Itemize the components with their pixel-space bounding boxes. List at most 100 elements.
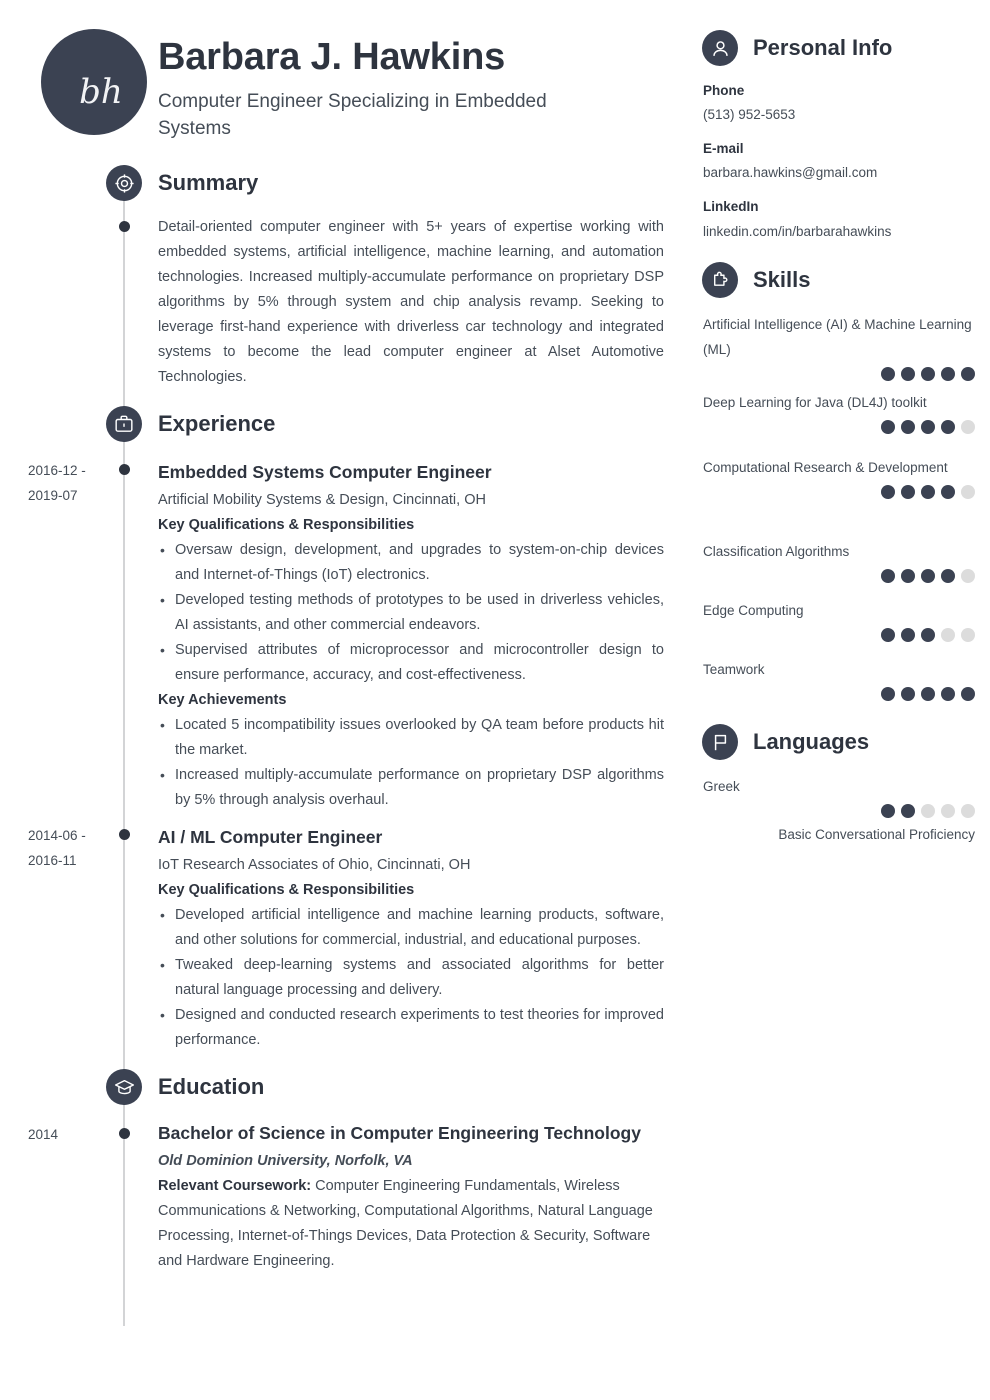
section-title-education: Education: [158, 1074, 265, 1099]
degree-title: Bachelor of Science in Computer Engineer…: [158, 1123, 641, 1143]
skill-name: Deep Learning for Java (DL4J) toolkit: [703, 395, 927, 410]
section-header-skills: Skills: [702, 262, 810, 298]
person-icon: [702, 30, 738, 66]
skill-name: Artificial Intelligence (AI) & Machine L…: [703, 317, 972, 357]
summary-text: Detail-oriented computer engineer with 5…: [158, 219, 664, 385]
school-name: Old Dominion University, Norfolk, VA: [158, 1153, 413, 1169]
rating-dot-filled: [961, 367, 975, 381]
rating-dot-empty: [961, 485, 975, 499]
rating-dot-filled: [961, 687, 975, 701]
entry-title: AI / ML Computer Engineer: [158, 827, 383, 847]
section-header-personal-info: Personal Info: [702, 30, 892, 66]
right-sidebar: Personal Info Phone (513) 952-5653 E-mai…: [690, 0, 990, 1400]
skill-name: Teamwork: [703, 662, 765, 677]
education-entry: Bachelor of Science in Computer Engineer…: [158, 1117, 664, 1274]
list-item: Developed testing methods of prototypes …: [158, 588, 664, 638]
rating-dot-filled: [901, 485, 915, 499]
rating-dot-filled: [901, 687, 915, 701]
entry-group-heading: Key Qualifications & Responsibilities: [158, 517, 415, 533]
coursework-block: Relevant Coursework: Computer Engineerin…: [158, 1174, 664, 1274]
section-title-summary: Summary: [158, 170, 259, 195]
rating-dot-empty: [961, 628, 975, 642]
skill-rating: [703, 569, 975, 583]
section-header-summary: Summary: [106, 165, 258, 201]
section-title-experience: Experience: [158, 411, 276, 436]
rating-dot-filled: [941, 420, 955, 434]
job-title: Computer Engineer Specializing in Embedd…: [158, 91, 547, 139]
rating-dot-filled: [881, 804, 895, 818]
section-header-experience: Experience: [106, 406, 275, 442]
rating-dot-filled: [921, 628, 935, 642]
info-value-linkedin[interactable]: linkedin.com/in/barbarahawkins: [703, 222, 891, 242]
language-name: Greek: [703, 779, 740, 794]
skill-rating: [703, 628, 975, 642]
list-item: Located 5 incompatibility issues overloo…: [158, 713, 664, 763]
left-column: bh Barbara J. Hawkins Computer Engineer …: [0, 0, 690, 1400]
rating-dot-empty: [921, 804, 935, 818]
experience-entry: AI / ML Computer Engineer IoT Research A…: [158, 821, 664, 1053]
list-item: Developed artificial intelligence and ma…: [158, 903, 664, 953]
entry-bullet-list: Oversaw design, development, and upgrade…: [158, 538, 664, 688]
entry-company: IoT Research Associates of Ohio, Cincinn…: [158, 857, 471, 873]
skill-row: Classification Algorithms: [703, 539, 975, 583]
rating-dot-filled: [921, 485, 935, 499]
graduation-cap-icon: [106, 1069, 142, 1105]
info-label-email: E-mail: [703, 141, 744, 156]
rating-dot-filled: [941, 367, 955, 381]
coursework-label: Relevant Coursework:: [158, 1178, 312, 1194]
info-value-email[interactable]: barbara.hawkins@gmail.com: [703, 163, 877, 183]
rating-dot-empty: [941, 804, 955, 818]
rating-dot-filled: [901, 569, 915, 583]
skill-rating: [703, 485, 975, 499]
rating-dot-filled: [901, 367, 915, 381]
language-row: Greek Basic Conversational Proficiency: [703, 774, 975, 846]
list-item: Increased multiply-accumulate performanc…: [158, 763, 664, 813]
rating-dot-filled: [901, 420, 915, 434]
skill-row: Edge Computing: [703, 598, 975, 642]
rating-dot-filled: [881, 367, 895, 381]
briefcase-icon: [106, 406, 142, 442]
rating-dot-filled: [941, 687, 955, 701]
entry-group-heading: Key Qualifications & Responsibilities: [158, 882, 415, 898]
rating-dot-filled: [921, 420, 935, 434]
timeline-rule: [123, 188, 125, 1326]
entry-date: 2014: [28, 1127, 59, 1142]
section-header-education: Education: [106, 1069, 264, 1105]
list-item: Supervised attributes of microprocessor …: [158, 638, 664, 688]
skill-row: Teamwork: [703, 657, 975, 701]
skill-name: Computational Research & Development: [703, 460, 948, 475]
entry-title: Embedded Systems Computer Engineer: [158, 462, 492, 482]
flag-icon: [702, 724, 738, 760]
timeline-dot: [119, 1128, 130, 1139]
entry-group-heading: Key Achievements: [158, 692, 287, 708]
avatar: bh: [41, 29, 147, 135]
rating-dot-filled: [881, 569, 895, 583]
target-icon: [106, 165, 142, 201]
skill-row: Deep Learning for Java (DL4J) toolkit: [703, 390, 975, 434]
rating-dot-filled: [881, 420, 895, 434]
section-header-languages: Languages: [702, 724, 869, 760]
language-rating: [703, 804, 975, 818]
section-title-languages: Languages: [753, 729, 870, 754]
list-item: Designed and conducted research experime…: [158, 1003, 664, 1053]
resume-header: bh Barbara J. Hawkins Computer Engineer …: [0, 0, 690, 150]
entry-bullet-list: Developed artificial intelligence and ma…: [158, 903, 664, 1053]
info-label-phone: Phone: [703, 83, 745, 98]
rating-dot-filled: [881, 485, 895, 499]
entry-date: 2014-06 - 2016-11: [28, 828, 86, 868]
page-title: Barbara J. Hawkins: [158, 36, 506, 78]
entry-bullet-list: Located 5 incompatibility issues overloo…: [158, 713, 664, 813]
resume-page: bh Barbara J. Hawkins Computer Engineer …: [0, 0, 990, 1400]
puzzle-piece-icon: [702, 262, 738, 298]
list-item: Oversaw design, development, and upgrade…: [158, 538, 664, 588]
rating-dot-filled: [921, 569, 935, 583]
experience-entry: Embedded Systems Computer Engineer Artif…: [158, 456, 664, 813]
timeline-dot: [119, 221, 130, 232]
rating-dot-empty: [961, 420, 975, 434]
rating-dot-filled: [921, 687, 935, 701]
skill-name: Classification Algorithms: [703, 544, 850, 559]
entry-company: Artificial Mobility Systems & Design, Ci…: [158, 492, 486, 508]
rating-dot-filled: [921, 367, 935, 381]
info-value-phone[interactable]: (513) 952-5653: [703, 105, 795, 125]
rating-dot-filled: [941, 569, 955, 583]
